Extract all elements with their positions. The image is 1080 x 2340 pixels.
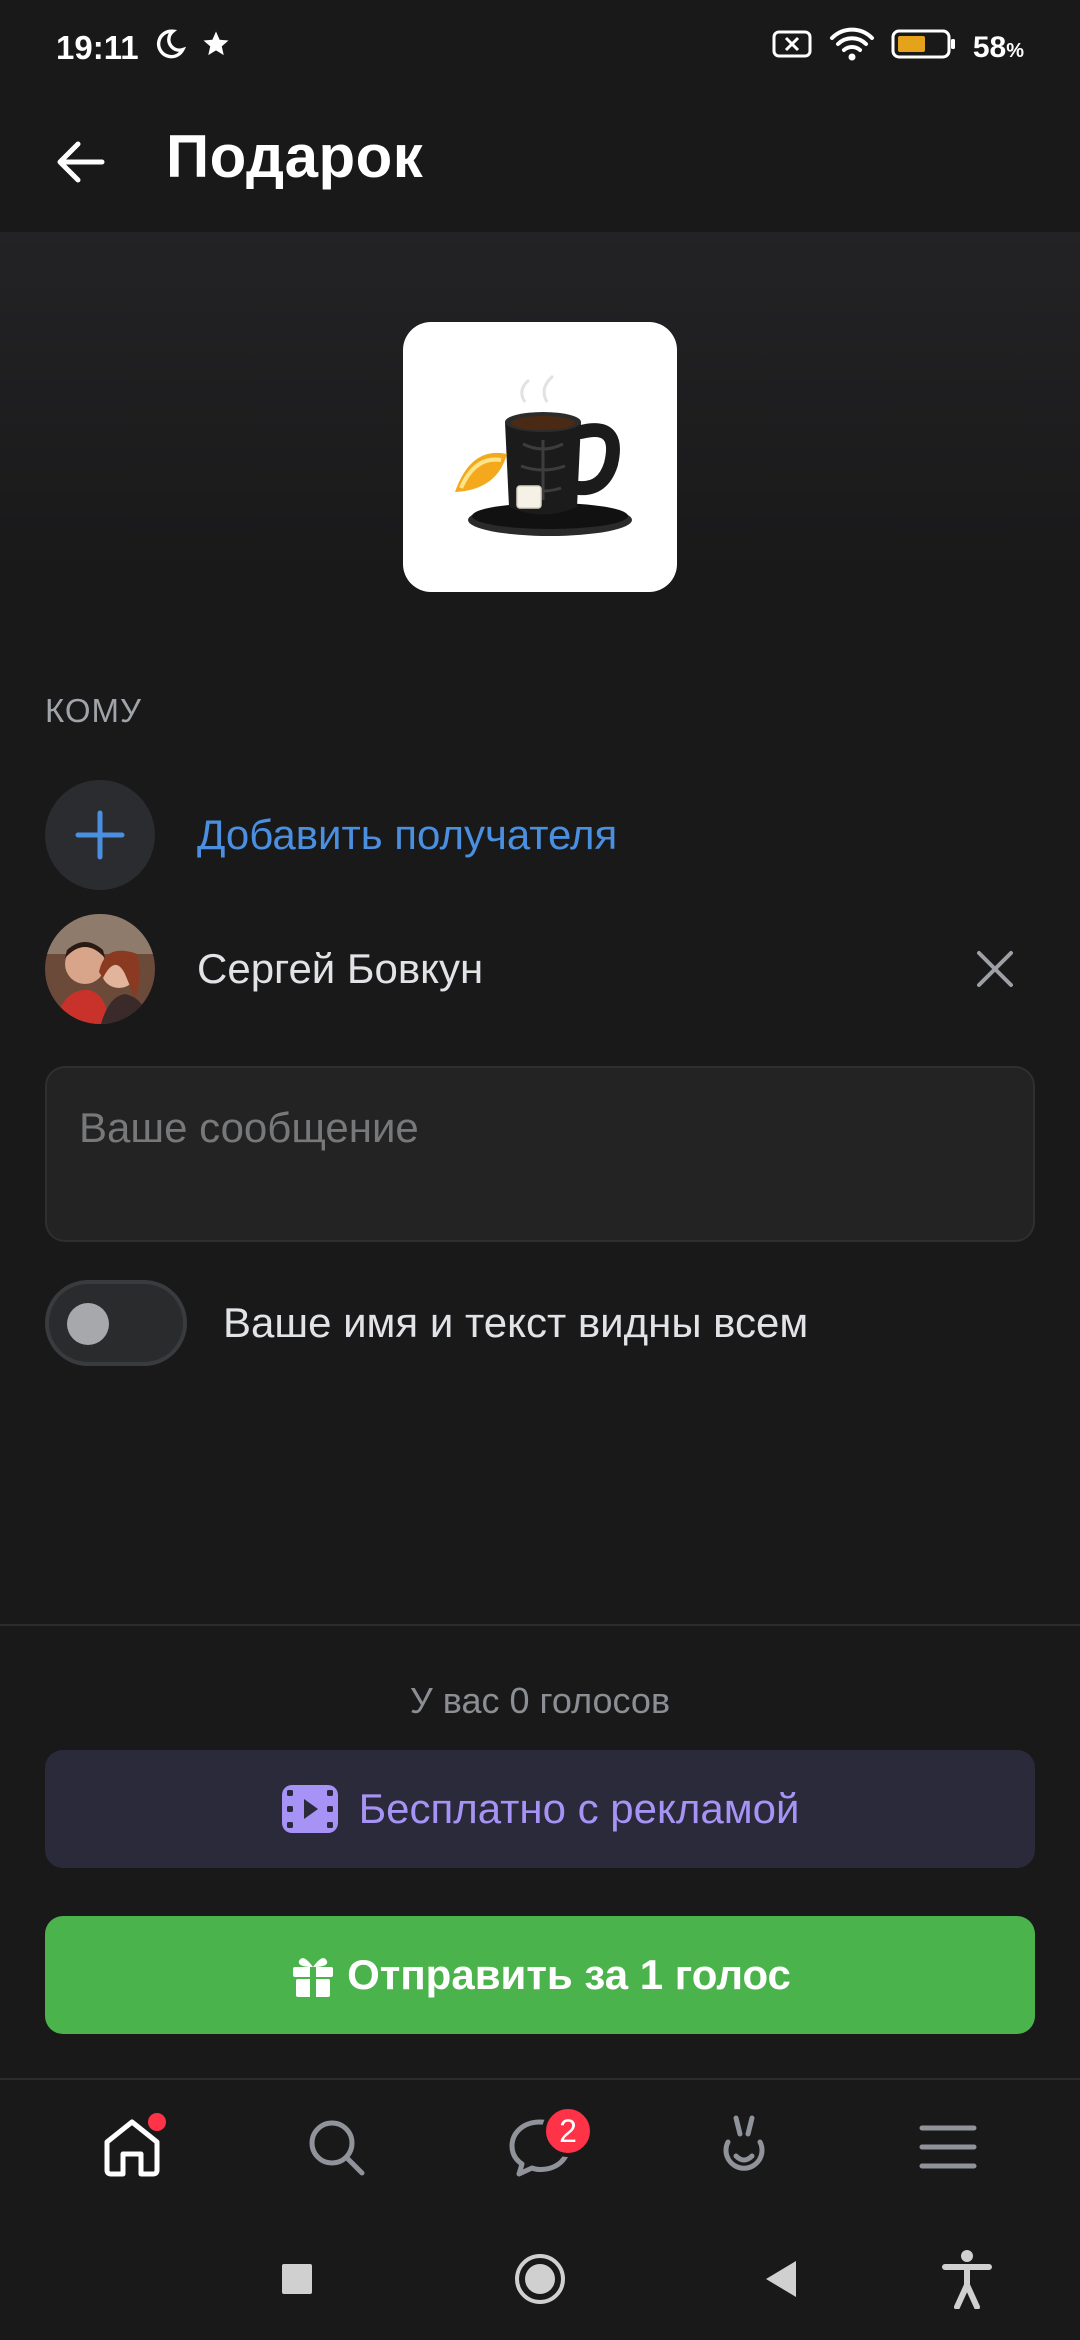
visibility-toggle-label: Ваше имя и текст видны всем (223, 1299, 809, 1346)
home-notification-dot (148, 2113, 166, 2131)
gift-image (403, 322, 677, 592)
free-with-ad-label: Бесплатно с рекламой (358, 1785, 800, 1832)
footer-panel: У вас 0 голосов Бесплатно с рекламой Отп… (0, 1624, 1080, 2078)
search-icon (309, 2120, 365, 2176)
menu-icon (919, 2125, 977, 2169)
tab-home[interactable] (72, 2087, 192, 2207)
status-right: 58% (771, 26, 1024, 70)
star-icon (201, 29, 231, 67)
send-gift-label: Отправить за 1 голос (347, 1951, 791, 1998)
gift-content: КОМУ Добавить получателя Сергей Бовкун (0, 232, 1080, 1624)
message-field-wrapper (45, 1066, 1035, 1242)
video-ad-icon (281, 1785, 338, 1833)
moon-icon (153, 27, 187, 69)
home-system-button[interactable] (505, 2244, 575, 2314)
battery-icon (891, 27, 957, 69)
free-with-ad-button[interactable]: Бесплатно с рекламой (45, 1750, 1035, 1868)
status-bar: 19:11 58% (0, 0, 1080, 96)
accessibility-button[interactable] (932, 2244, 1002, 2314)
status-left: 19:11 (56, 27, 231, 69)
visibility-toggle-row: Ваше имя и текст видны всем (45, 1280, 808, 1366)
status-time: 19:11 (56, 29, 139, 66)
mug-illustration (455, 374, 632, 536)
arrow-left-icon (57, 141, 105, 183)
toggle-knob (67, 1303, 109, 1345)
recipient-row: Сергей Бовкун (45, 914, 1035, 1024)
recipient-name: Сергей Бовкун (197, 945, 484, 992)
add-recipient-button[interactable]: Добавить получателя (45, 780, 1035, 890)
section-label-recipients: КОМУ (45, 692, 142, 729)
no-sim-icon (771, 28, 813, 68)
send-gift-button[interactable]: Отправить за 1 голос (45, 1916, 1035, 2034)
tab-search[interactable] (276, 2087, 396, 2207)
avatar (45, 914, 155, 1024)
square-icon (282, 2264, 312, 2294)
circle-icon (515, 2254, 565, 2304)
tab-menu[interactable] (888, 2087, 1008, 2207)
gift-icon (293, 1958, 334, 1997)
bottom-tab-bar: 2 (0, 2078, 1080, 2214)
plus-icon (75, 810, 125, 860)
tab-clips[interactable] (684, 2087, 804, 2207)
tab-messages[interactable]: 2 (480, 2087, 600, 2207)
close-icon (977, 951, 1013, 987)
back-button[interactable] (44, 126, 116, 198)
add-recipient-label: Добавить получателя (197, 811, 618, 858)
votes-balance-text: У вас 0 голосов (409, 1680, 671, 1721)
app-header: Подарок (0, 96, 1080, 232)
wifi-icon (829, 26, 875, 70)
back-system-button[interactable] (745, 2244, 815, 2314)
battery-percent: 58% (972, 31, 1024, 64)
accessibility-icon (942, 2250, 992, 2309)
visibility-toggle[interactable] (45, 1280, 187, 1366)
message-input[interactable] (47, 1068, 1033, 1240)
clips-icon (723, 2115, 765, 2171)
add-recipient-circle (45, 780, 155, 890)
recents-button[interactable] (262, 2244, 332, 2314)
system-nav-bar (0, 2214, 1080, 2340)
page-title: Подарок (166, 123, 424, 190)
messages-count-badge: 2 (542, 2105, 594, 2157)
remove-recipient-button[interactable] (965, 939, 1025, 999)
triangle-back-icon (766, 2261, 796, 2297)
